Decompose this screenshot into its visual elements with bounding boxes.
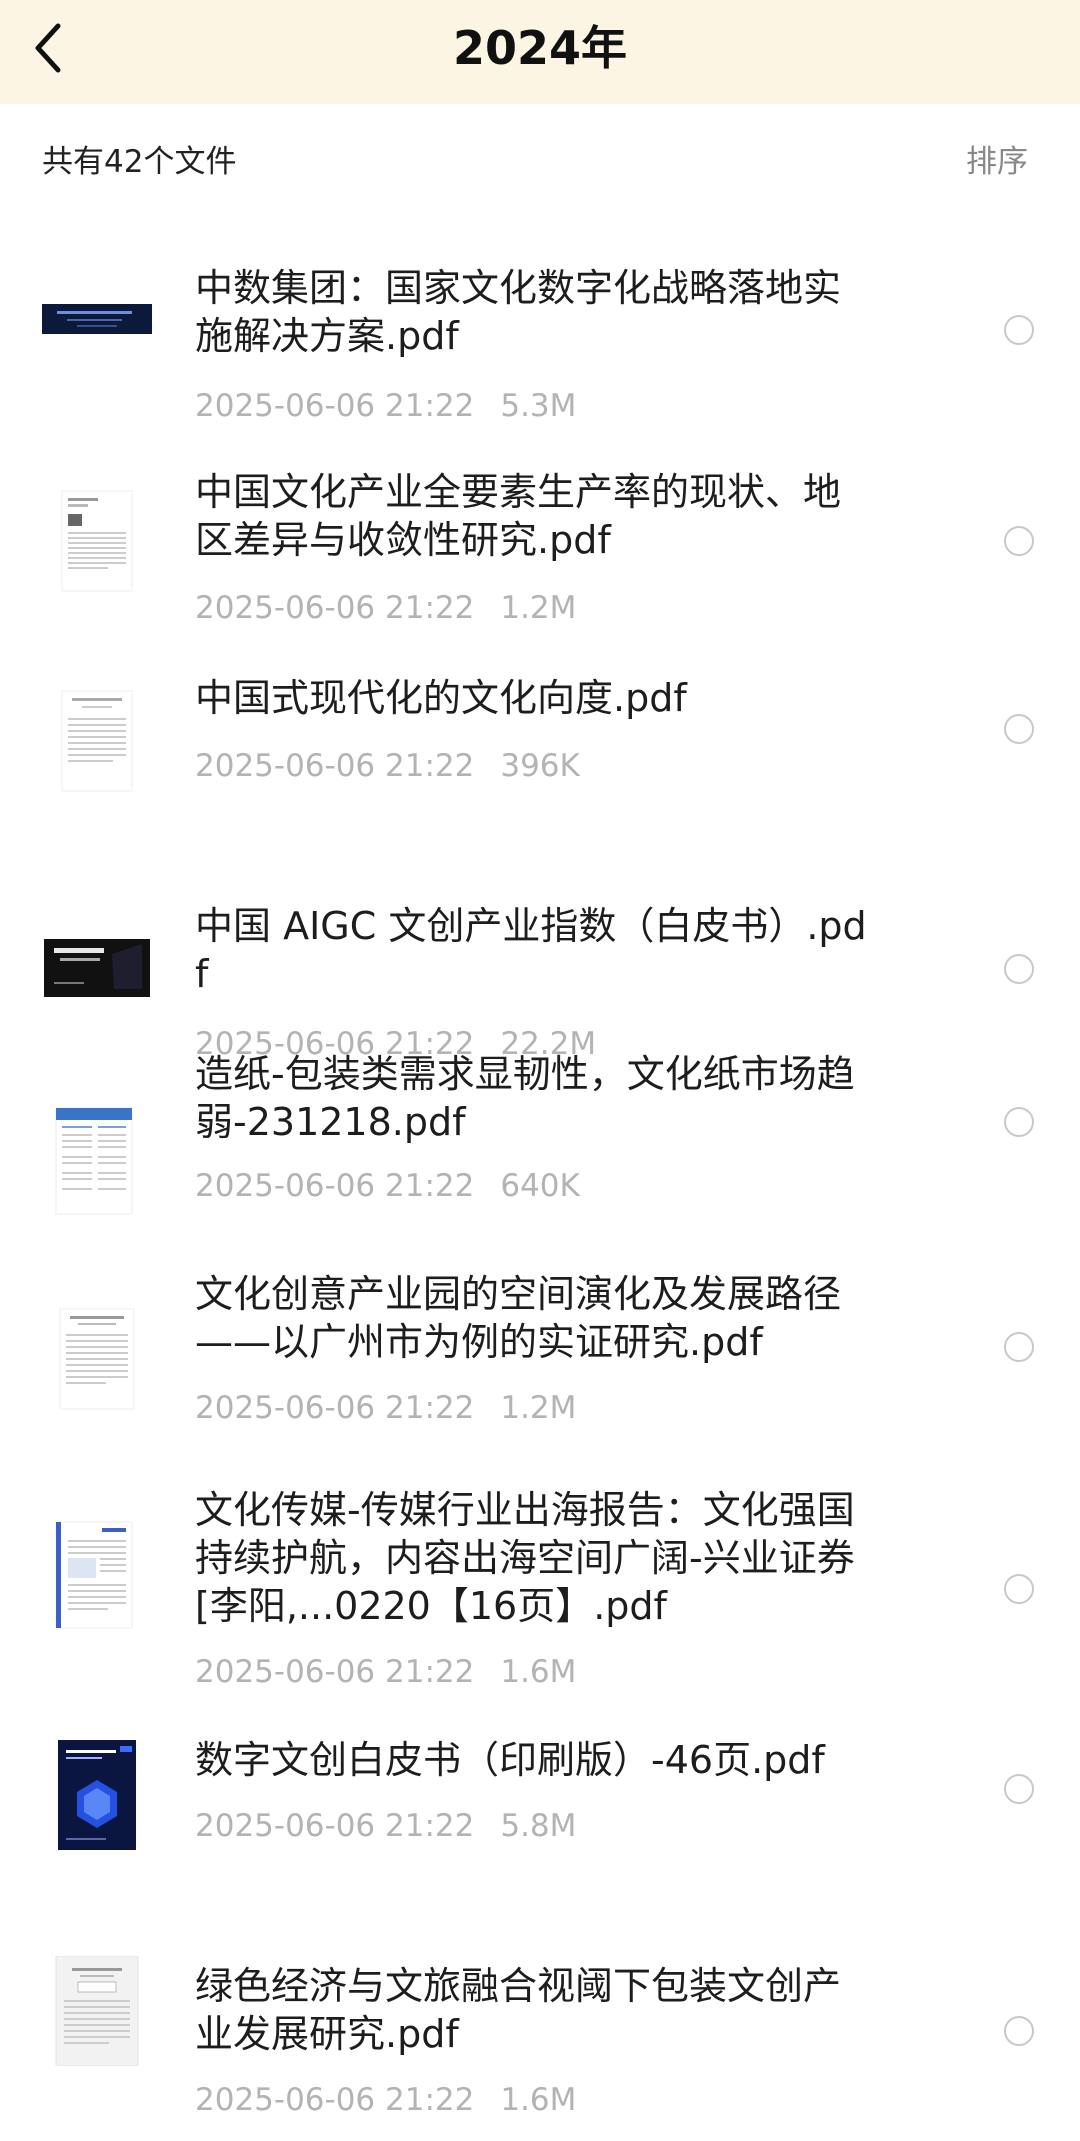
page-title: 2024年 <box>452 21 628 75</box>
file-thumbnail <box>42 1520 152 1630</box>
file-item[interactable]: 造纸-包装类需求显韧性，文化纸市场趋弱-231218.pdf 2025-06-0… <box>0 1034 1080 1254</box>
select-radio[interactable] <box>1004 1332 1034 1362</box>
file-name: 中国 AIGC 文创产业指数（白皮书）.pdf <box>195 904 867 996</box>
file-meta: 2025-06-06 21:22 1.6M <box>195 1652 576 1692</box>
file-size: 1.2M <box>500 590 577 626</box>
file-name: 中国式现代化的文化向度.pdf <box>195 676 687 720</box>
file-meta: 2025-06-06 21:22 1.6M <box>195 2080 576 2120</box>
file-item[interactable]: 文化创意产业园的空间演化及发展路径——以广州市为例的实证研究.pdf 2025-… <box>0 1254 1080 1470</box>
file-size: 640K <box>500 1168 580 1204</box>
file-meta: 2025-06-06 21:22 396K <box>195 746 580 786</box>
file-item[interactable]: 数字文创白皮书（印刷版）-46页.pdf 2025-06-06 21:22 5.8… <box>0 1720 1080 1920</box>
file-name: 文化创意产业园的空间演化及发展路径——以广州市为例的实证研究.pdf <box>195 1272 842 1364</box>
file-thumbnail <box>42 686 152 796</box>
file-meta: 2025-06-06 21:22 1.2M <box>195 588 576 628</box>
file-name: 绿色经济与文旅融合视阈下包装文创产业发展研究.pdf <box>195 1964 842 2056</box>
file-size: 5.3M <box>500 388 577 424</box>
file-name: 文化传媒-传媒行业出海报告：文化强国持续护航，内容出海空间广阔-兴业证券[李阳,… <box>195 1488 855 1628</box>
select-radio[interactable] <box>1004 1107 1034 1137</box>
file-size: 1.6M <box>500 1654 577 1690</box>
file-date: 2025-06-06 21:22 <box>195 590 475 626</box>
file-size: 1.2M <box>500 1390 577 1426</box>
file-name: 中国文化产业全要素生产率的现状、地区差异与收敛性研究.pdf <box>195 470 842 562</box>
file-item[interactable]: 中数集团：国家文化数字化战略落地实施解决方案.pdf 2025-06-06 21… <box>0 224 1080 446</box>
file-thumbnail <box>42 1304 152 1414</box>
select-radio[interactable] <box>1004 1574 1034 1604</box>
file-meta: 2025-06-06 21:22 5.8M <box>195 1806 576 1846</box>
file-name: 中数集团：国家文化数字化战略落地实施解决方案.pdf <box>195 266 842 358</box>
file-thumbnail <box>42 264 152 374</box>
file-item[interactable]: 中国式现代化的文化向度.pdf 2025-06-06 21:22 396K <box>0 656 1080 844</box>
select-radio[interactable] <box>1004 954 1034 984</box>
select-radio[interactable] <box>1004 714 1034 744</box>
file-date: 2025-06-06 21:22 <box>195 1808 475 1844</box>
select-radio[interactable] <box>1004 526 1034 556</box>
file-meta: 2025-06-06 21:22 640K <box>195 1166 580 1206</box>
file-name: 造纸-包装类需求显韧性，文化纸市场趋弱-231218.pdf <box>195 1052 855 1144</box>
file-date: 2025-06-06 21:22 <box>195 2082 475 2118</box>
file-thumbnail <box>42 486 152 596</box>
file-meta: 2025-06-06 21:22 5.3M <box>195 386 576 426</box>
file-date: 2025-06-06 21:22 <box>195 388 475 424</box>
select-radio[interactable] <box>1004 2016 1034 2046</box>
file-size: 396K <box>500 748 580 784</box>
file-date: 2025-06-06 21:22 <box>195 1390 475 1426</box>
file-item[interactable]: 中国 AIGC 文创产业指数（白皮书）.pdf 2025-06-06 21:22… <box>0 844 1080 1062</box>
select-radio[interactable] <box>1004 1774 1034 1804</box>
file-thumbnail <box>42 1740 152 1850</box>
file-list: 中数集团：国家文化数字化战略落地实施解决方案.pdf 2025-06-06 21… <box>0 224 1080 2120</box>
sort-button[interactable]: 排序 <box>966 142 1028 182</box>
summary-bar: 共有42个文件 排序 <box>0 104 1080 224</box>
file-date: 2025-06-06 21:22 <box>195 748 475 784</box>
file-name: 数字文创白皮书（印刷版）-46页.pdf <box>195 1738 825 1782</box>
file-thumbnail <box>42 1956 152 2066</box>
file-count-label: 共有42个文件 <box>42 144 237 180</box>
file-size: 5.8M <box>500 1808 577 1844</box>
file-thumbnail <box>42 914 152 1024</box>
file-date: 2025-06-06 21:22 <box>195 1168 475 1204</box>
select-radio[interactable] <box>1004 315 1034 345</box>
file-item[interactable]: 中国文化产业全要素生产率的现状、地区差异与收敛性研究.pdf 2025-06-0… <box>0 446 1080 656</box>
file-item[interactable]: 绿色经济与文旅融合视阈下包装文创产业发展研究.pdf 2025-06-06 21… <box>0 1920 1080 2120</box>
file-size: 1.6M <box>500 2082 577 2118</box>
file-meta: 2025-06-06 21:22 1.2M <box>195 1388 576 1428</box>
top-bar: 2024年 <box>0 0 1080 104</box>
file-thumbnail <box>42 1106 152 1216</box>
file-item[interactable]: 文化传媒-传媒行业出海报告：文化强国持续护航，内容出海空间广阔-兴业证券[李阳,… <box>0 1470 1080 1720</box>
file-date: 2025-06-06 21:22 <box>195 1654 475 1690</box>
